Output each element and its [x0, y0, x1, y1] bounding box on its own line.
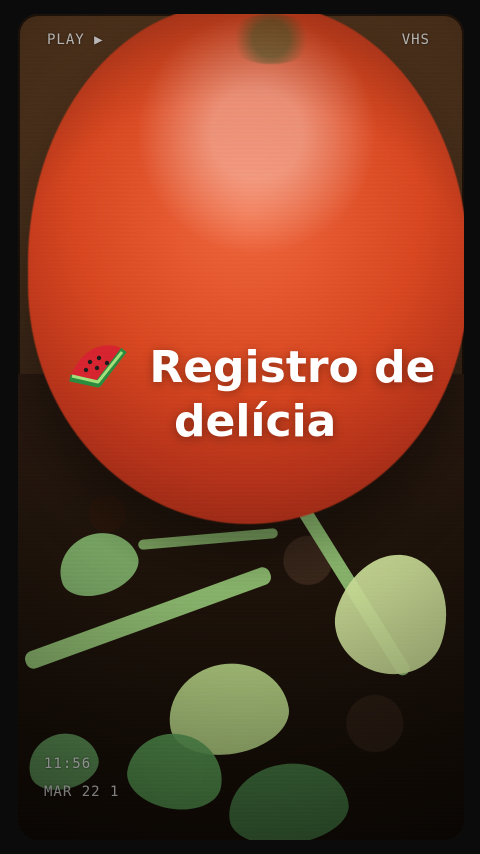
- play-indicator: PLAY ▶: [47, 32, 104, 48]
- watermelon-icon: [64, 334, 128, 390]
- caption-text-1: Registro de: [149, 342, 436, 393]
- video-frame: PLAY ▶ VHS Registro de delícia 11:56 MAR…: [18, 14, 464, 840]
- caption: Registro de delícia: [64, 334, 464, 449]
- vhs-mode-label: VHS: [401, 32, 430, 48]
- caption-text-2: delícia: [174, 396, 337, 448]
- bottom-bar: [0, 842, 480, 854]
- caption-line-1: Registro de: [64, 334, 464, 395]
- caption-line-2: delícia: [64, 395, 464, 449]
